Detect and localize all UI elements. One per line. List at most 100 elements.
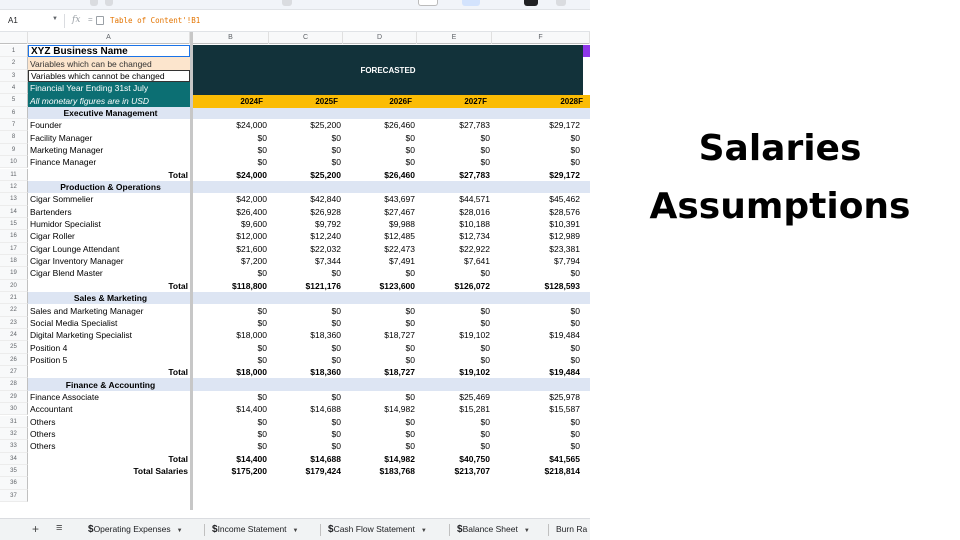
- value-cell[interactable]: $14,400: [193, 453, 269, 465]
- value-cell[interactable]: $28,576: [492, 206, 582, 218]
- row-header[interactable]: 5: [0, 94, 28, 107]
- value-cell[interactable]: $0: [492, 131, 582, 143]
- row-label-cell[interactable]: Social Media Specialist: [28, 317, 190, 329]
- value-cell[interactable]: $0: [343, 341, 417, 353]
- row-header[interactable]: 36: [0, 477, 28, 490]
- value-cell[interactable]: $0: [193, 267, 269, 279]
- value-cell[interactable]: $0: [492, 304, 582, 316]
- value-cell[interactable]: $0: [417, 304, 492, 316]
- value-cell[interactable]: $18,360: [269, 329, 343, 341]
- value-cell[interactable]: $0: [343, 144, 417, 156]
- value-cell[interactable]: $0: [269, 317, 343, 329]
- toolbar-button[interactable]: [556, 0, 566, 6]
- row-label-cell[interactable]: Cigar Inventory Manager: [28, 255, 190, 267]
- value-cell[interactable]: $42,840: [269, 193, 343, 205]
- row-header[interactable]: 6: [0, 106, 28, 120]
- value-cell[interactable]: $218,814: [492, 465, 582, 477]
- value-cell[interactable]: $175,200: [193, 465, 269, 477]
- value-cell[interactable]: $18,727: [343, 366, 417, 378]
- value-cell[interactable]: $0: [492, 428, 582, 440]
- value-cell[interactable]: $0: [343, 317, 417, 329]
- row-label-cell[interactable]: Executive Management: [28, 107, 193, 119]
- value-cell[interactable]: $0: [343, 440, 417, 452]
- row-label-cell[interactable]: Accountant: [28, 403, 190, 415]
- value-cell[interactable]: $0: [269, 428, 343, 440]
- row-label-cell[interactable]: All monetary figures are in USD: [28, 94, 190, 107]
- name-box[interactable]: A1: [8, 16, 18, 25]
- value-cell[interactable]: $123,600: [343, 280, 417, 292]
- value-cell[interactable]: $29,172: [492, 169, 582, 181]
- row-header[interactable]: 2: [0, 57, 28, 70]
- value-cell[interactable]: $12,989: [492, 230, 582, 242]
- value-cell[interactable]: $0: [492, 416, 582, 428]
- value-cell[interactable]: $14,982: [343, 403, 417, 415]
- value-cell[interactable]: $12,240: [269, 230, 343, 242]
- value-cell[interactable]: $121,176: [269, 280, 343, 292]
- row-header[interactable]: 21: [0, 292, 28, 305]
- row-header[interactable]: 10: [0, 156, 28, 169]
- row-label-cell[interactable]: Finance Associate: [28, 391, 190, 403]
- value-cell[interactable]: $0: [193, 131, 269, 143]
- value-cell[interactable]: $40,750: [417, 453, 492, 465]
- toolbar-button[interactable]: [282, 0, 292, 6]
- row-header[interactable]: 26: [0, 353, 28, 367]
- value-cell[interactable]: $25,469: [417, 391, 492, 403]
- row-header[interactable]: 15: [0, 217, 28, 231]
- row-label-cell[interactable]: Founder: [28, 119, 190, 131]
- value-cell[interactable]: $12,734: [417, 230, 492, 242]
- value-cell[interactable]: $12,485: [343, 230, 417, 242]
- row-label-cell[interactable]: Production & Operations: [28, 181, 193, 193]
- chevron-down-icon[interactable]: ▼: [52, 16, 58, 22]
- value-cell[interactable]: $19,484: [492, 366, 582, 378]
- value-cell[interactable]: $28,016: [417, 206, 492, 218]
- value-cell[interactable]: $0: [417, 317, 492, 329]
- value-cell[interactable]: $7,491: [343, 255, 417, 267]
- row-header[interactable]: 12: [0, 180, 28, 194]
- value-cell[interactable]: $0: [269, 144, 343, 156]
- value-cell[interactable]: $26,460: [343, 169, 417, 181]
- sheet-tab[interactable]: $Cash Flow Statement ▼: [328, 519, 427, 540]
- value-cell[interactable]: $213,707: [417, 465, 492, 477]
- value-cell[interactable]: $27,783: [417, 169, 492, 181]
- value-cell[interactable]: $24,000: [193, 169, 269, 181]
- value-cell[interactable]: $0: [269, 267, 343, 279]
- formula-input[interactable]: Table of Content'!B1: [110, 16, 200, 25]
- value-cell[interactable]: $0: [492, 144, 582, 156]
- value-cell[interactable]: $18,360: [269, 366, 343, 378]
- value-cell[interactable]: $22,922: [417, 243, 492, 255]
- row-label-cell[interactable]: Cigar Blend Master: [28, 267, 190, 279]
- value-cell[interactable]: $0: [343, 354, 417, 366]
- value-cell[interactable]: $0: [269, 354, 343, 366]
- value-cell[interactable]: $15,281: [417, 403, 492, 415]
- row-label-cell[interactable]: Others: [28, 416, 190, 428]
- select-all-corner[interactable]: [0, 32, 28, 44]
- row-header[interactable]: 29: [0, 390, 28, 404]
- add-sheet-button[interactable]: +: [32, 522, 39, 536]
- value-cell[interactable]: $0: [417, 428, 492, 440]
- value-cell[interactable]: $0: [417, 267, 492, 279]
- value-cell[interactable]: $45,462: [492, 193, 582, 205]
- value-cell[interactable]: $0: [343, 416, 417, 428]
- row-label-cell[interactable]: Position 5: [28, 354, 190, 366]
- row-header[interactable]: 1: [0, 45, 28, 58]
- value-cell[interactable]: $9,988: [343, 218, 417, 230]
- column-header[interactable]: D: [343, 32, 417, 44]
- row-label-cell[interactable]: Financial Year Ending 31st July: [28, 82, 190, 95]
- row-label-cell[interactable]: Total: [28, 366, 190, 378]
- row-label-cell[interactable]: [28, 490, 190, 502]
- value-cell[interactable]: $126,072: [417, 280, 492, 292]
- value-cell[interactable]: $15,587: [492, 403, 582, 415]
- chevron-down-icon[interactable]: ▼: [177, 528, 183, 534]
- row-header[interactable]: 31: [0, 415, 28, 428]
- chevron-down-icon[interactable]: ▼: [421, 528, 427, 534]
- value-cell[interactable]: $0: [417, 131, 492, 143]
- value-cell[interactable]: $14,688: [269, 453, 343, 465]
- column-header[interactable]: B: [193, 32, 269, 44]
- value-cell[interactable]: $9,600: [193, 218, 269, 230]
- value-cell[interactable]: $0: [417, 144, 492, 156]
- value-cell[interactable]: $25,978: [492, 391, 582, 403]
- value-cell[interactable]: $10,391: [492, 218, 582, 230]
- row-label-cell[interactable]: Variables which cannot be changed: [28, 69, 190, 83]
- row-header[interactable]: 17: [0, 242, 28, 255]
- value-cell[interactable]: $0: [193, 304, 269, 316]
